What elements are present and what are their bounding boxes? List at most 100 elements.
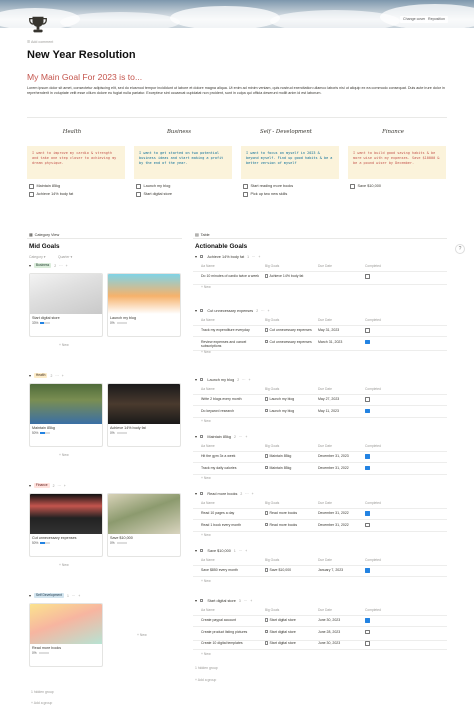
cell-completed[interactable] — [365, 397, 373, 403]
gallery-card[interactable]: Save $10,000 0% Finance — [107, 493, 181, 557]
column-header-name[interactable]: Aa Name — [201, 264, 263, 268]
filter-category[interactable]: Category ▾ — [29, 255, 45, 259]
column-header-due[interactable]: Due Date — [318, 387, 363, 391]
gallery-card[interactable]: Achieve 14% body fat 0% Q4 — [107, 383, 181, 447]
table-row[interactable]: Do 10 minutes of cardio twice a week Ach… — [193, 272, 447, 285]
goal-link[interactable]: Start digital store — [270, 630, 296, 634]
checkbox[interactable] — [365, 274, 370, 279]
cell-due[interactable]: December 31, 2022 — [318, 466, 363, 470]
column-header-goal[interactable]: Big Goals — [265, 264, 315, 268]
checkbox[interactable] — [365, 629, 370, 634]
goal-link[interactable]: Read more books — [270, 523, 298, 527]
new-row-button[interactable]: + New — [201, 476, 211, 480]
checkbox[interactable] — [365, 454, 370, 459]
column-header-name[interactable]: Aa Name — [201, 558, 263, 562]
goal-link[interactable]: Cut unnecessary expenses — [270, 328, 312, 332]
cell-completed[interactable] — [365, 339, 373, 346]
cell-due[interactable]: January 7, 2023 — [318, 568, 363, 572]
new-row-button[interactable]: + New — [201, 579, 211, 583]
goal-todo[interactable]: Achieve 14% body fat — [29, 192, 73, 197]
goal-link[interactable]: Maintain 85kg — [270, 454, 292, 458]
gallery-card[interactable]: Maintain 85kg 50% Q1 — [29, 383, 103, 447]
new-row-button[interactable]: + New — [201, 350, 211, 354]
cell-due[interactable]: December 31, 2022 — [318, 511, 363, 515]
column-header-goal[interactable]: Big Goals — [265, 387, 315, 391]
column-header-completed[interactable]: Completed — [365, 501, 381, 505]
column-header-due[interactable]: Due Date — [318, 608, 363, 612]
column-header-due[interactable]: Due Date — [318, 558, 363, 562]
add-group-button[interactable]: + Add a group — [195, 678, 216, 682]
cell-goal[interactable]: Achieve 14% body fat — [265, 274, 315, 278]
checkbox[interactable] — [365, 522, 370, 527]
new-card-button[interactable]: + New — [137, 633, 147, 637]
gallery-card[interactable]: Start digital store 33% Q2 — [29, 273, 103, 337]
view-tab-table[interactable]: ▤ Table — [195, 232, 210, 238]
hidden-group-toggle[interactable]: 1 hidden group — [31, 690, 54, 694]
cell-goal[interactable]: Read more books — [265, 522, 315, 527]
cell-completed[interactable] — [365, 328, 373, 334]
cell-goal[interactable]: Launch my blog — [265, 408, 315, 413]
cell-name[interactable]: Read 10 pages a day — [201, 511, 263, 515]
cell-goal[interactable]: Cut unnecessary expenses — [265, 339, 315, 344]
cell-goal[interactable]: Start digital store — [265, 629, 315, 634]
table-row[interactable]: Track my expenditure everyday Cut unnece… — [193, 326, 447, 337]
help-button[interactable]: ? — [455, 244, 465, 254]
goal-link[interactable]: Cut unnecessary expenses — [270, 340, 312, 344]
gallery-group-header[interactable]: ▾ Self Development 1 ··· + — [29, 593, 80, 598]
goal-todo[interactable]: Maintain 85kg — [29, 184, 60, 189]
checkbox[interactable] — [243, 192, 248, 197]
checkbox[interactable] — [136, 184, 141, 189]
new-row-button[interactable]: + New — [201, 419, 211, 423]
cell-goal[interactable]: Launch my blog — [265, 397, 315, 401]
cell-name[interactable]: Write 2 blogs every month — [201, 397, 263, 401]
checkbox[interactable] — [365, 408, 370, 413]
cell-completed[interactable] — [365, 568, 373, 574]
column-header-goal[interactable]: Big Goals — [265, 501, 315, 505]
checkbox[interactable] — [365, 618, 370, 623]
new-row-button[interactable]: + New — [201, 533, 211, 537]
cell-name[interactable]: Create paypal account — [201, 618, 263, 622]
cell-goal[interactable]: Start digital store — [265, 618, 315, 622]
cell-due[interactable]: May 31, 2023 — [318, 328, 363, 332]
cell-completed[interactable] — [365, 274, 373, 280]
page-title[interactable]: New Year Resolution — [27, 49, 136, 61]
checkbox[interactable] — [365, 568, 370, 573]
column-header-due[interactable]: Due Date — [318, 501, 363, 505]
reposition-button[interactable]: Reposition — [425, 16, 448, 23]
table-row[interactable]: Read 10 pages a day Read more books Dece… — [193, 509, 447, 520]
goal-link[interactable]: Maintain 85kg — [270, 466, 292, 470]
checkbox[interactable] — [365, 465, 370, 470]
table-group-header[interactable]: ▾ Save $10,000 1 ··· + — [195, 548, 247, 554]
cell-goal[interactable]: Read more books — [265, 511, 315, 515]
goal-link[interactable]: Save $10,000 — [270, 568, 292, 572]
cell-completed[interactable] — [365, 629, 373, 636]
checkbox[interactable] — [350, 184, 355, 189]
column-header-name[interactable]: Aa Name — [201, 608, 263, 612]
cell-due[interactable]: June 30, 2023 — [318, 618, 363, 622]
cell-completed[interactable] — [365, 618, 373, 624]
cell-name[interactable]: Create 10 digital templates — [201, 641, 263, 645]
checkbox[interactable] — [365, 641, 370, 646]
cell-name[interactable]: Create product listing pictures — [201, 630, 263, 634]
checkbox[interactable] — [365, 339, 370, 344]
column-header-name[interactable]: Aa Name — [201, 444, 263, 448]
column-header-name[interactable]: Aa Name — [201, 387, 263, 391]
goal-link[interactable]: Start digital store — [270, 641, 296, 645]
table-row[interactable]: Track my daily calories Maintain 85kg De… — [193, 464, 447, 475]
goal-todo[interactable]: Launch my blog — [136, 184, 170, 189]
gallery-group-header[interactable]: ▾ Business 2 ··· + — [29, 263, 68, 268]
checkbox[interactable] — [365, 397, 370, 402]
table-group-header[interactable]: ▾ Read more books 2 ··· + — [195, 491, 254, 497]
goal-link[interactable]: Read more books — [270, 511, 298, 515]
trophy-icon[interactable] — [27, 14, 49, 36]
cell-due[interactable]: June 28, 2023 — [318, 630, 363, 634]
table-group-header[interactable]: ▾ Maintain 85kg 2 ··· + — [195, 434, 247, 440]
column-header-goal[interactable]: Big Goals — [265, 608, 315, 612]
gallery-card[interactable]: Read more books 0% Q1 — [29, 603, 103, 667]
new-card-button[interactable]: + New — [59, 343, 69, 347]
checkbox[interactable] — [29, 184, 34, 189]
table-group-header[interactable]: ▾ Start digital store 3 ··· + — [195, 598, 252, 604]
cell-completed[interactable] — [365, 511, 373, 517]
cell-due[interactable]: December 31, 2022 — [318, 523, 363, 527]
goal-link[interactable]: Launch my blog — [270, 397, 295, 401]
